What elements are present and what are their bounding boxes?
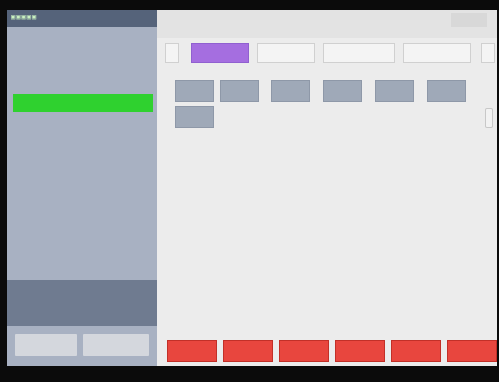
function-button[interactable]	[167, 340, 217, 362]
function-bar	[157, 340, 497, 366]
product-button[interactable]	[175, 106, 214, 128]
ticket-panel: ▣▣▣▣▣	[7, 10, 157, 366]
product-panel	[157, 10, 497, 366]
pos-screen: ▣▣▣▣▣	[7, 10, 497, 366]
ticket-list	[7, 32, 157, 112]
header-button[interactable]	[451, 13, 487, 27]
product-button[interactable]	[323, 80, 362, 102]
category-tab[interactable]	[257, 43, 315, 63]
summary-row	[7, 283, 157, 292]
ticket-action-button[interactable]	[15, 334, 77, 356]
function-button[interactable]	[335, 340, 385, 362]
app-header: ▣▣▣▣▣	[7, 10, 157, 27]
summary-row	[7, 301, 157, 310]
function-button[interactable]	[223, 340, 273, 362]
product-button[interactable]	[220, 80, 259, 102]
tab-next-button[interactable]	[481, 43, 495, 63]
product-button[interactable]	[375, 80, 414, 102]
ticket-actions	[7, 332, 157, 362]
ticket-line[interactable]	[7, 32, 157, 52]
ticket-line-selected[interactable]	[13, 94, 153, 112]
function-button[interactable]	[447, 340, 497, 362]
category-tab[interactable]	[403, 43, 471, 63]
scroll-indicator[interactable]	[485, 108, 493, 128]
function-button[interactable]	[391, 340, 441, 362]
product-button[interactable]	[427, 80, 466, 102]
category-tab-active[interactable]	[191, 43, 249, 63]
ticket-line[interactable]	[7, 72, 157, 92]
app-logo: ▣▣▣▣▣	[11, 13, 38, 21]
product-button[interactable]	[271, 80, 310, 102]
tab-prev-button[interactable]	[165, 43, 179, 63]
summary-total-row	[7, 310, 157, 319]
ticket-action-button[interactable]	[83, 334, 149, 356]
product-button[interactable]	[175, 80, 214, 102]
ticket-line[interactable]	[7, 52, 157, 72]
product-header	[157, 10, 497, 38]
category-tab[interactable]	[323, 43, 395, 63]
category-tabs	[157, 40, 497, 66]
ticket-summary	[7, 280, 157, 326]
summary-row	[7, 292, 157, 301]
function-button[interactable]	[279, 340, 329, 362]
